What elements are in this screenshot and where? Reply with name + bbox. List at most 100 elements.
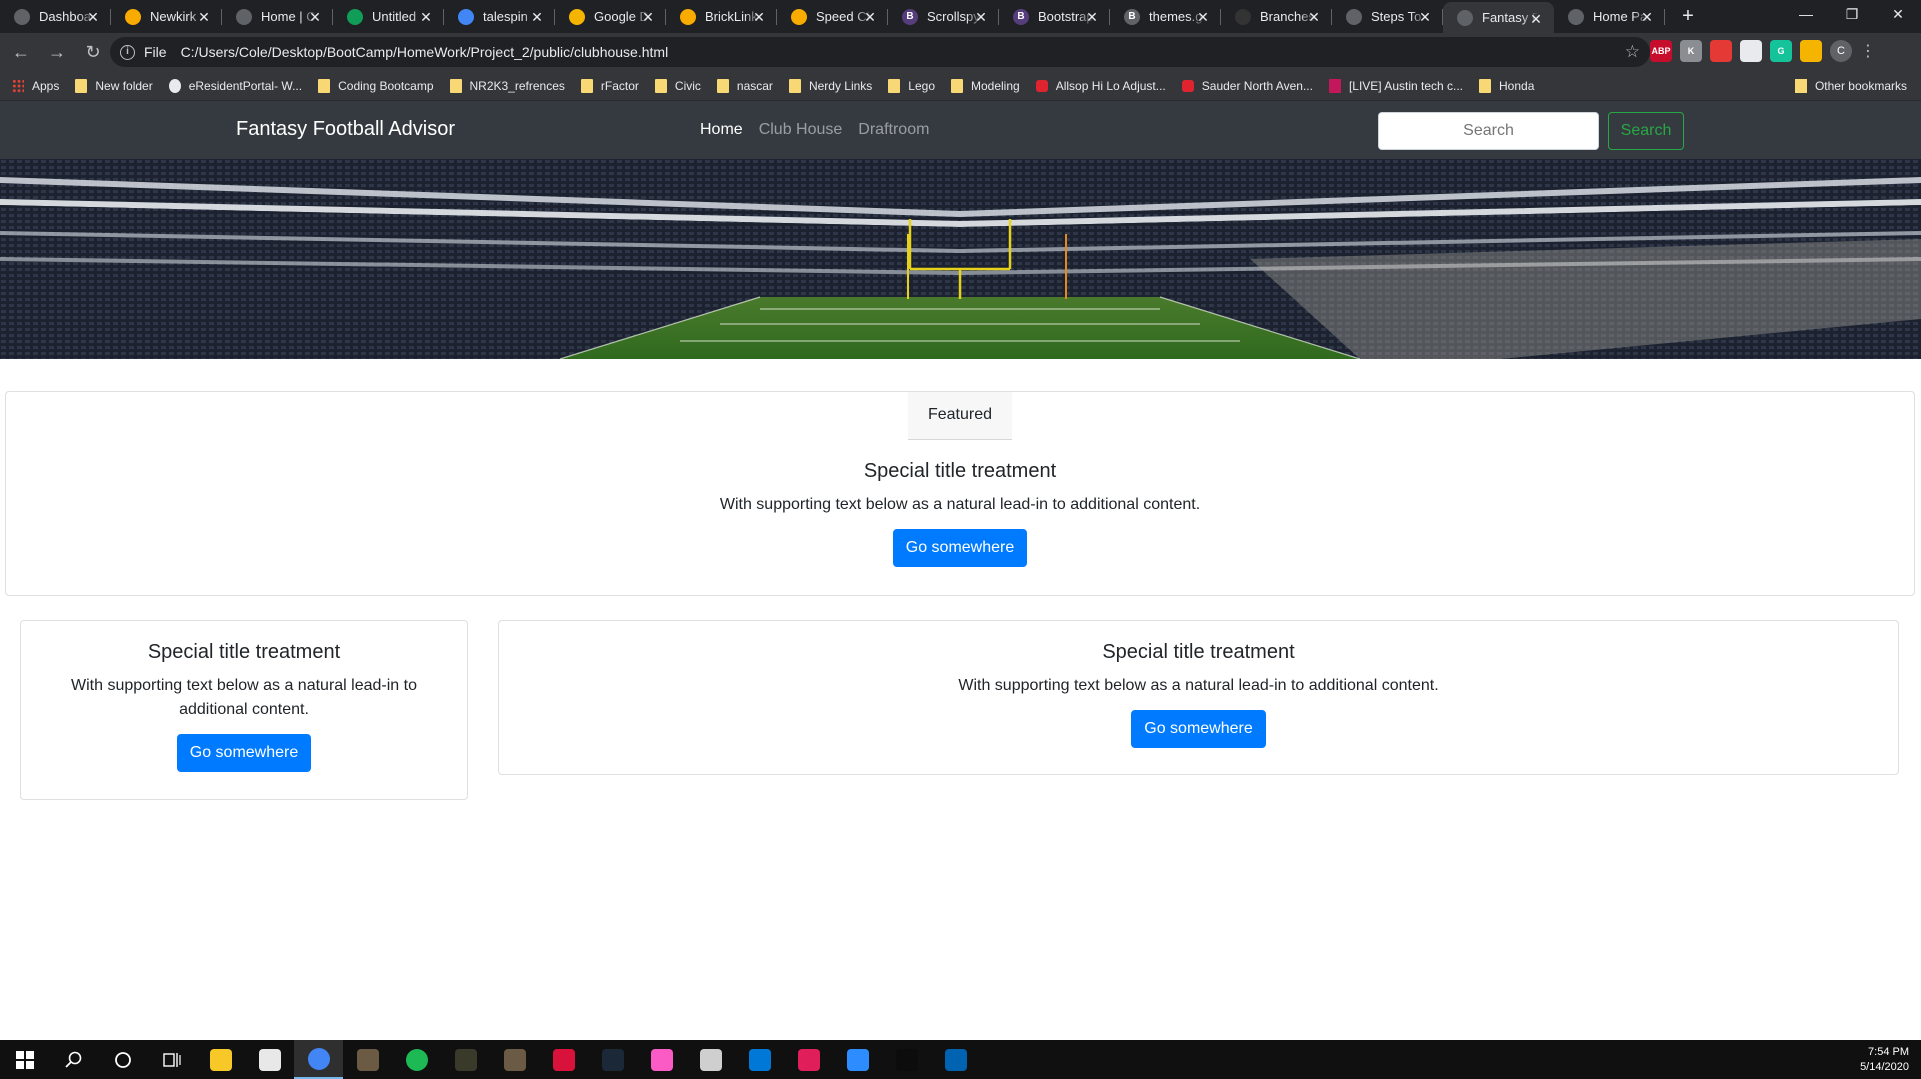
profile-avatar[interactable]: C — [1830, 40, 1852, 62]
task-view-icon[interactable] — [147, 1040, 196, 1079]
bookmark-star-icon[interactable]: ☆ — [1625, 42, 1640, 62]
bookmark-label: Civic — [674, 78, 701, 93]
nav-draftroom[interactable]: Draftroom — [858, 121, 929, 139]
tab-close-icon[interactable]: ✕ — [1639, 9, 1655, 25]
browser-tab[interactable]: Fantasy F ✕ — [1443, 2, 1554, 33]
vscode-icon[interactable] — [735, 1040, 784, 1079]
featured-go-somewhere-button[interactable]: Go somewhere — [892, 529, 1028, 567]
bookmark-item[interactable]: Modeling — [951, 78, 1020, 93]
reload-icon[interactable]: ↻ — [78, 37, 108, 67]
close-window-icon[interactable]: ✕ — [1875, 0, 1921, 30]
app-icon[interactable] — [343, 1040, 392, 1079]
app-icon[interactable] — [686, 1040, 735, 1079]
browser-tab[interactable]: Branches ✕ — [1221, 0, 1332, 33]
app-icon[interactable] — [441, 1040, 490, 1079]
right-go-somewhere-button[interactable]: Go somewhere — [1131, 710, 1266, 748]
bookmark-item[interactable]: rFactor — [580, 78, 639, 93]
extension-icon[interactable] — [1800, 40, 1822, 62]
browser-tab[interactable]: Newkirk ✕ — [111, 0, 222, 33]
extension-icon[interactable] — [1710, 40, 1732, 62]
bookmark-item[interactable]: Lego — [888, 78, 935, 93]
browser-tab[interactable]: Speed Cl ✕ — [777, 0, 888, 33]
search-input[interactable] — [1378, 112, 1599, 150]
zoom-icon[interactable] — [833, 1040, 882, 1079]
bookmark-item[interactable]: NR2K3_refrences — [449, 78, 565, 93]
tab-close-icon[interactable]: ✕ — [640, 9, 656, 25]
bookmark-item[interactable]: Allsop Hi Lo Adjust... — [1035, 79, 1166, 93]
tab-close-icon[interactable]: ✕ — [307, 9, 323, 25]
browser-tab[interactable]: Home | C ✕ — [222, 0, 333, 33]
system-clock[interactable]: 7:54 PM 5/14/2020 — [1860, 1045, 1909, 1075]
task-view-glyph — [162, 1052, 181, 1067]
bookmark-label: Lego — [908, 78, 935, 93]
left-go-somewhere-button[interactable]: Go somewhere — [176, 734, 312, 772]
store-icon[interactable] — [245, 1040, 294, 1079]
chrome-icon[interactable] — [294, 1040, 343, 1079]
search-icon[interactable] — [49, 1040, 98, 1079]
steam-icon[interactable] — [588, 1040, 637, 1079]
url-text[interactable]: C:/Users/Cole/Desktop/BootCamp/HomeWork/… — [181, 44, 669, 60]
app-icon[interactable] — [539, 1040, 588, 1079]
bookmark-item[interactable]: nascar — [716, 78, 773, 93]
nav-clubhouse[interactable]: Club House — [759, 121, 843, 139]
browser-tab[interactable]: BrickLink ✕ — [666, 0, 777, 33]
extension-icon[interactable]: K — [1680, 40, 1702, 62]
extension-icon[interactable]: G — [1770, 40, 1792, 62]
minimize-icon[interactable]: — — [1783, 0, 1829, 30]
file-explorer-icon[interactable] — [196, 1040, 245, 1079]
browser-tab[interactable]: Google D ✕ — [555, 0, 666, 33]
bookmark-item[interactable]: Civic — [654, 78, 701, 93]
extension-icon[interactable] — [1740, 40, 1762, 62]
bookmark-item[interactable]: Nerdy Links — [788, 78, 872, 93]
tab-close-icon[interactable]: ✕ — [1417, 9, 1433, 25]
extension-icon[interactable]: ABP — [1650, 40, 1672, 62]
bookmark-item[interactable]: eResidentPortal- W... — [168, 78, 302, 93]
other-bookmarks[interactable]: Other bookmarks — [1794, 79, 1907, 93]
browser-tab[interactable]: B Scrollspy ✕ — [888, 0, 999, 33]
bookmark-item[interactable]: New folder — [75, 78, 153, 93]
browser-tab[interactable]: Steps To ✕ — [1332, 0, 1443, 33]
tab-close-icon[interactable]: ✕ — [85, 9, 101, 25]
tab-close-icon[interactable]: ✕ — [1528, 11, 1544, 27]
tab-close-icon[interactable]: ✕ — [862, 9, 878, 25]
browser-tab[interactable]: Bthemes.g ✕ — [1110, 0, 1221, 33]
tab-close-icon[interactable]: ✕ — [751, 9, 767, 25]
address-bar[interactable]: i File C:/Users/Cole/Desktop/BootCamp/Ho… — [110, 37, 1650, 67]
tab-close-icon[interactable]: ✕ — [418, 9, 434, 25]
spotify-icon[interactable] — [392, 1040, 441, 1079]
tab-close-icon[interactable]: ✕ — [1306, 9, 1322, 25]
bookmark-item[interactable]: Honda — [1479, 78, 1534, 93]
browser-tab[interactable]: B Bootstrap ✕ — [999, 0, 1110, 33]
browser-tab[interactable]: Dashboa ✕ — [0, 0, 111, 33]
bookmark-favicon — [168, 78, 181, 93]
forward-icon[interactable]: → — [42, 37, 72, 67]
site-brand[interactable]: Fantasy Football Advisor — [236, 118, 455, 141]
windows-start-icon[interactable] — [0, 1040, 49, 1079]
browser-tab[interactable]: Home Pa ✕ — [1554, 0, 1665, 33]
tab-close-icon[interactable]: ✕ — [1084, 9, 1100, 25]
terminal-icon[interactable] — [882, 1040, 931, 1079]
bookmark-item[interactable]: Sauder North Aven... — [1181, 79, 1313, 93]
tab-close-icon[interactable]: ✕ — [1195, 9, 1211, 25]
photos-icon[interactable] — [931, 1040, 980, 1079]
bookmark-item[interactable]: Coding Bootcamp — [318, 78, 434, 93]
tab-close-icon[interactable]: ✕ — [196, 9, 212, 25]
slack-icon[interactable] — [784, 1040, 833, 1079]
restore-icon[interactable]: ❐ — [1829, 0, 1875, 30]
search-button[interactable]: Search — [1608, 112, 1684, 150]
app-icon[interactable] — [490, 1040, 539, 1079]
browser-menu-icon[interactable]: ⋮ — [1860, 41, 1876, 61]
new-tab-button[interactable]: + — [1671, 0, 1705, 33]
cortana-icon[interactable] — [98, 1040, 147, 1079]
bookmark-item[interactable]: [LIVE] Austin tech c... — [1328, 78, 1463, 93]
info-icon[interactable]: i — [120, 44, 135, 60]
back-icon[interactable]: ← — [6, 37, 36, 67]
tab-close-icon[interactable]: ✕ — [529, 9, 545, 25]
tab-close-icon[interactable]: ✕ — [973, 9, 989, 25]
browser-tab[interactable]: talespin ✕ — [444, 0, 555, 33]
nav-home[interactable]: Home — [700, 121, 743, 139]
itunes-icon[interactable] — [637, 1040, 686, 1079]
bookmark-item[interactable]: Apps — [12, 78, 59, 93]
browser-tab[interactable]: Untitled ✕ — [333, 0, 444, 33]
app-glyph — [503, 1048, 526, 1071]
